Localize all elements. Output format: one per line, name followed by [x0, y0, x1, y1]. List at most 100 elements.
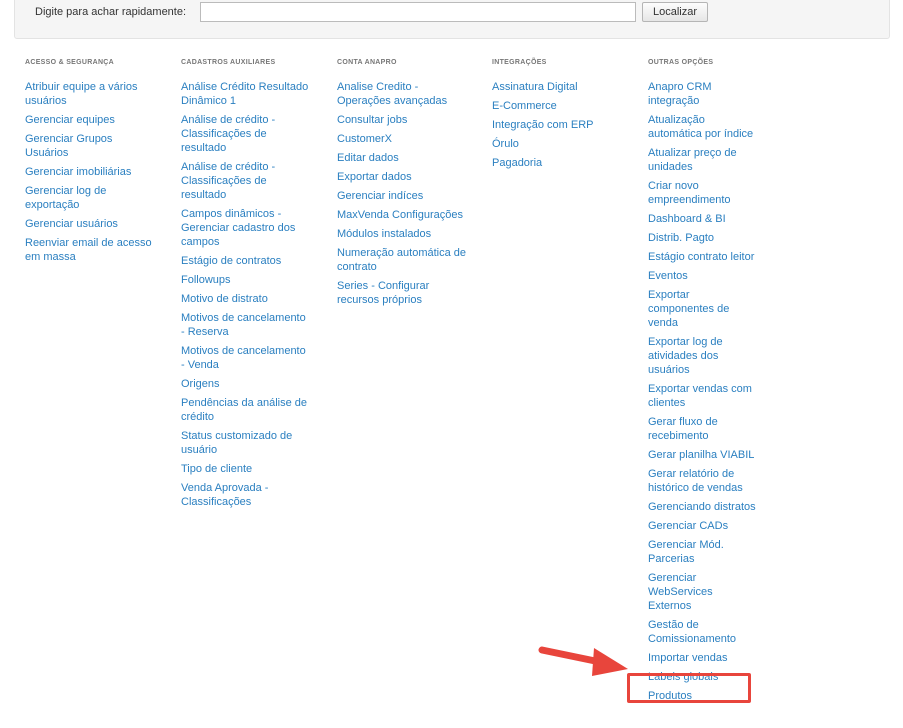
menu-link[interactable]: Followups: [181, 274, 231, 286]
menu-link[interactable]: Gerenciar equipes: [25, 114, 115, 126]
menu-link[interactable]: Motivos de cancelamento - Reserva: [181, 312, 306, 338]
list-item: Exportar componentes de venda: [648, 288, 758, 330]
list-item: CustomerX: [337, 132, 467, 146]
menu-link[interactable]: Analise Credito - Operações avançadas: [337, 81, 447, 107]
menu-link[interactable]: Módulos instalados: [337, 228, 431, 240]
menu-link[interactable]: Assinatura Digital: [492, 81, 578, 93]
list-item: Estágio contrato leitor: [648, 250, 758, 264]
list-item: Pendências da análise de crédito: [181, 396, 311, 424]
list-item: Distrib. Pagto: [648, 231, 758, 245]
list-item: Motivos de cancelamento - Reserva: [181, 311, 311, 339]
list-item: Gerenciar WebServices Externos: [648, 571, 758, 613]
menu-link[interactable]: Editar dados: [337, 152, 399, 164]
list-item: Gerenciar indíces: [337, 189, 467, 203]
search-label: Digite para achar rapidamente:: [35, 6, 187, 18]
menu-link[interactable]: Motivo de distrato: [181, 293, 268, 305]
column-cadastros-auxiliares: CADASTROS AUXILIARES Análise Crédito Res…: [181, 58, 311, 514]
menu-link[interactable]: CustomerX: [337, 133, 392, 145]
menu-link[interactable]: Exportar vendas com clientes: [648, 383, 752, 409]
list-item: E-Commerce: [492, 99, 622, 113]
menu-link[interactable]: Pendências da análise de crédito: [181, 397, 307, 423]
menu-link[interactable]: Numeração automática de contrato: [337, 247, 466, 273]
menu-link[interactable]: Gerenciar CADs: [648, 520, 728, 532]
menu-link[interactable]: Integração com ERP: [492, 119, 594, 131]
menu-link[interactable]: Análise de crédito - Classificações de r…: [181, 161, 275, 201]
menu-link[interactable]: Gerenciando distratos: [648, 501, 756, 513]
menu-link[interactable]: Atribuir equipe a vários usuários: [25, 81, 138, 107]
link-list: Assinatura Digital E-Commerce Integração c…: [492, 80, 622, 170]
list-item: Eventos: [648, 269, 758, 283]
menu-link[interactable]: Análise de crédito - Classificações de r…: [181, 114, 275, 154]
list-item: Gerenciar Grupos Usuários: [25, 132, 155, 160]
column-title: ACESSO & SEGURANÇA: [25, 59, 115, 66]
menu-link[interactable]: Campos dinâmicos - Gerenciar cadastro do…: [181, 208, 295, 248]
menu-link[interactable]: Órulo: [492, 138, 519, 150]
list-item: Gerenciar CADs: [648, 519, 758, 533]
menu-link[interactable]: Gerenciar indíces: [337, 190, 423, 202]
menu-link[interactable]: Gerenciar Mód. Parcerias: [648, 539, 724, 565]
list-item: Análise de crédito - Classificações de r…: [181, 113, 311, 155]
menu-link[interactable]: Gerenciar Grupos Usuários: [25, 133, 112, 159]
list-item: Pagadoria: [492, 156, 622, 170]
menu-link[interactable]: Reenviar email de acesso em massa: [25, 237, 152, 263]
menu-link[interactable]: Criar novo empreendimento: [648, 180, 731, 206]
menu-link[interactable]: Pagadoria: [492, 157, 542, 169]
menu-link[interactable]: Importar vendas: [648, 652, 727, 664]
search-button[interactable]: Localizar: [642, 2, 708, 22]
list-item: Assinatura Digital: [492, 80, 622, 94]
menu-link[interactable]: Motivos de cancelamento - Venda: [181, 345, 306, 371]
menu-link[interactable]: Exportar componentes de venda: [648, 289, 729, 329]
list-item: Editar dados: [337, 151, 467, 165]
list-item: Análise Crédito Resultado Dinâmico 1: [181, 80, 311, 108]
column-title: CONTA ANAPRO: [337, 59, 397, 66]
list-item: Exportar log de atividades dos usuários: [648, 335, 758, 377]
menu-link[interactable]: Dashboard & BI: [648, 213, 726, 225]
menu-link[interactable]: Gerar planilha VIABIL: [648, 449, 754, 461]
list-item: Dashboard & BI: [648, 212, 758, 226]
menu-link[interactable]: Distrib. Pagto: [648, 232, 714, 244]
menu-link[interactable]: Anapro CRM integração: [648, 81, 712, 107]
menu-link[interactable]: Atualização automática por índice: [648, 114, 753, 140]
menu-link[interactable]: Atualizar preço de unidades: [648, 147, 737, 173]
menu-link[interactable]: Consultar jobs: [337, 114, 407, 126]
menu-link[interactable]: Gerar fluxo de recebimento: [648, 416, 718, 442]
menu-link[interactable]: Gerenciar imobiliárias: [25, 166, 131, 178]
menu-link[interactable]: Exportar log de atividades dos usuários: [648, 336, 723, 376]
column-integracoes: INTEGRAÇÕES Assinatura Digital E-Commerce…: [492, 58, 622, 175]
list-item: Anapro CRM integração: [648, 80, 758, 108]
menu-link[interactable]: Eventos: [648, 270, 688, 282]
menu-link[interactable]: Tipo de cliente: [181, 463, 252, 475]
menu-link[interactable]: Exportar dados: [337, 171, 412, 183]
highlight-box: [627, 673, 751, 703]
list-item: Analise Credito - Operações avançadas: [337, 80, 467, 108]
menu-link[interactable]: Estágio contrato leitor: [648, 251, 754, 263]
link-list: Anapro CRM integração Atualização automát…: [648, 80, 758, 703]
list-item: Exportar dados: [337, 170, 467, 184]
menu-link[interactable]: Series - Configurar recursos próprios: [337, 280, 429, 306]
menu-link[interactable]: Análise Crédito Resultado Dinâmico 1: [181, 81, 308, 107]
menu-link[interactable]: E-Commerce: [492, 100, 557, 112]
list-item: Followups: [181, 273, 311, 287]
link-list: Atribuir equipe a vários usuários Gerenci…: [25, 80, 155, 264]
list-item: Atribuir equipe a vários usuários: [25, 80, 155, 108]
menu-link[interactable]: Venda Aprovada - Classificações: [181, 482, 268, 508]
link-list: Analise Credito - Operações avançadas Con…: [337, 80, 467, 307]
search-input[interactable]: [200, 2, 636, 22]
annotation-arrow-icon: [538, 646, 628, 676]
menu-link[interactable]: MaxVenda Configurações: [337, 209, 463, 221]
menu-link[interactable]: Gerenciar log de exportação: [25, 185, 106, 211]
menu-link[interactable]: Gerar relatório de histórico de vendas: [648, 468, 743, 494]
menu-link[interactable]: Status customizado de usuário: [181, 430, 292, 456]
list-item: Gerar relatório de histórico de vendas: [648, 467, 758, 495]
list-item: Gerar fluxo de recebimento: [648, 415, 758, 443]
list-item: Órulo: [492, 137, 622, 151]
list-item: Estágio de contratos: [181, 254, 311, 268]
menu-link[interactable]: Estágio de contratos: [181, 255, 281, 267]
menu-link[interactable]: Gestão de Comissionamento: [648, 619, 736, 645]
list-item: Gerenciar usuários: [25, 217, 155, 231]
column-conta-anapro: CONTA ANAPRO Analise Credito - Operações…: [337, 58, 467, 312]
menu-link[interactable]: Gerenciar usuários: [25, 218, 118, 230]
menu-link[interactable]: Gerenciar WebServices Externos: [648, 572, 713, 612]
menu-link[interactable]: Origens: [181, 378, 220, 390]
list-item: Numeração automática de contrato: [337, 246, 467, 274]
